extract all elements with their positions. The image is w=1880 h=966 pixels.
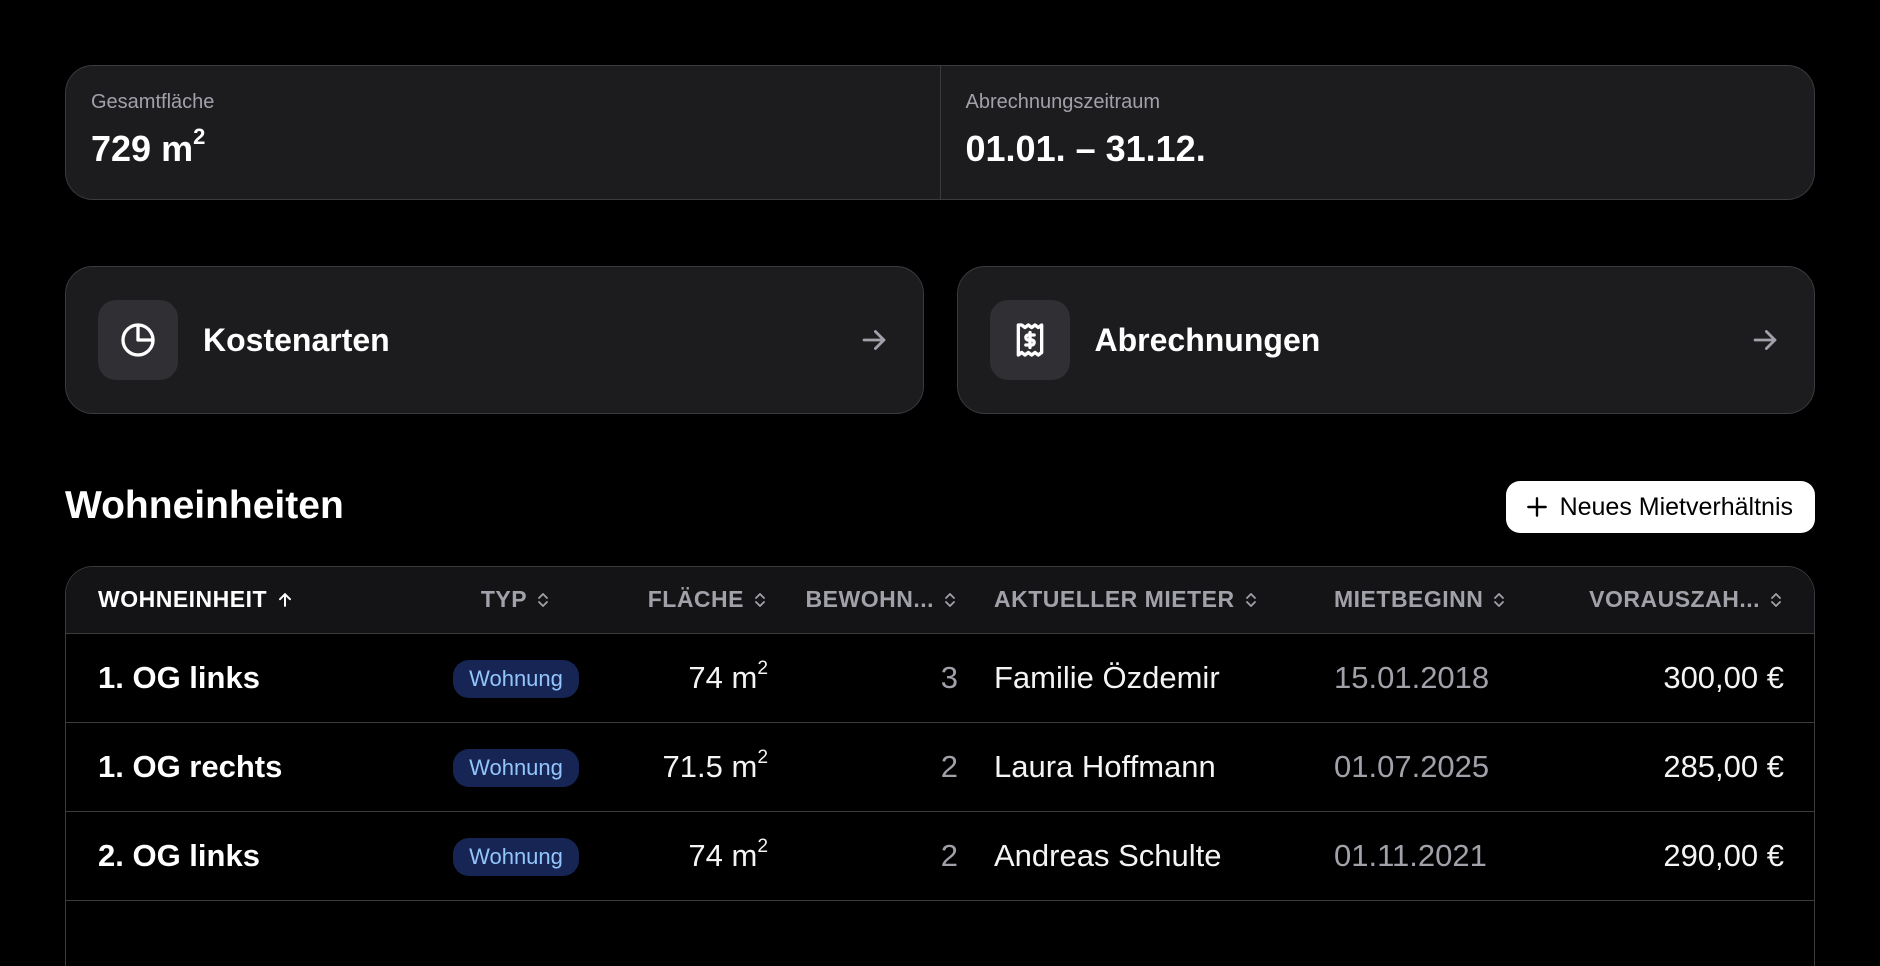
- cell-tenant: Andreas Schulte: [994, 837, 1222, 873]
- cell-area: 74 m2: [688, 657, 768, 695]
- cell-type: Wohnung: [416, 633, 616, 722]
- header-mietbeginn[interactable]: Mietbeginn: [1316, 567, 1536, 634]
- sort-icon: [945, 592, 955, 607]
- cell-residents: 2: [940, 837, 958, 873]
- table-row[interactable]: 1. OG rechts Wohnung 71.5 m2 2 Laura Hof…: [66, 722, 1814, 811]
- stat-total-area: Gesamtfläche 729 m2: [66, 66, 940, 199]
- units-table: Wohneinheit Typ Fläche Bewohn... Aktuell…: [65, 566, 1815, 966]
- sort-icon: [1771, 592, 1781, 607]
- arrow-right-icon: [857, 323, 891, 357]
- cell-start: 01.07.2025: [1334, 748, 1490, 784]
- type-badge: Wohnung: [453, 837, 579, 876]
- header-wohneinheit[interactable]: Wohneinheit: [66, 567, 416, 634]
- stat-label: Abrechnungszeitraum: [965, 91, 1161, 113]
- cell-tenant: Laura Hoffmann: [994, 748, 1216, 784]
- abrechnungen-card[interactable]: Abrechnungen: [956, 266, 1815, 414]
- cell-type: Wohnung: [416, 811, 616, 900]
- arrow-up-icon: [279, 592, 292, 607]
- header-flaeche[interactable]: Fläche: [616, 567, 786, 634]
- stat-billing-period: Abrechnungszeitraum 01.01. – 31.12.: [939, 66, 1815, 199]
- card-title: Abrechnungen: [1094, 321, 1321, 358]
- new-tenancy-button[interactable]: Neues Mietverhältnis: [1505, 481, 1815, 533]
- cell-area: 74 m2: [688, 835, 768, 873]
- section-title: Wohneinheiten: [65, 484, 344, 527]
- cell-unit: 2. OG links: [98, 837, 260, 873]
- cell-residents: 2: [940, 748, 958, 784]
- sort-icon: [1245, 592, 1256, 607]
- receipt-dollar-icon: [989, 300, 1070, 380]
- header-bewohner[interactable]: Bewohn...: [786, 567, 976, 634]
- sort-icon: [755, 592, 765, 607]
- cell-unit: 1. OG links: [98, 659, 260, 695]
- cell-prepay: 300,00 €: [1663, 659, 1784, 695]
- table-row[interactable]: 1. OG links Wohnung 74 m2 3 Familie Özde…: [66, 633, 1814, 722]
- new-tenancy-label: Neues Mietverhältnis: [1559, 492, 1793, 521]
- card-title: Kostenarten: [203, 321, 390, 358]
- table-header-row: Wohneinheit Typ Fläche Bewohn... Aktuell…: [66, 567, 1814, 634]
- header-vorauszahlung[interactable]: Vorauszah...: [1536, 567, 1814, 634]
- header-aktueller-mieter[interactable]: Aktueller Mieter: [976, 567, 1316, 634]
- type-badge: Wohnung: [453, 659, 579, 698]
- stat-value: 729 m2: [91, 124, 206, 169]
- type-badge: Wohnung: [453, 748, 579, 787]
- cell-start: 15.01.2018: [1334, 659, 1490, 695]
- sort-icon: [1494, 592, 1505, 607]
- units-section-header: Wohneinheiten Neues Mietverhältnis: [65, 478, 1815, 536]
- stat-value: 01.01. – 31.12.: [965, 128, 1206, 169]
- cell-unit: 1. OG rechts: [98, 748, 283, 784]
- pie-chart-icon: [98, 300, 178, 380]
- cell-type: Wohnung: [416, 722, 616, 811]
- arrow-right-icon: [1748, 323, 1782, 357]
- kostenarten-card[interactable]: Kostenarten: [65, 266, 924, 414]
- cell-area: 71.5 m2: [662, 746, 768, 784]
- summary-stats: Gesamtfläche 729 m2 Abrechnungszeitraum …: [65, 65, 1815, 200]
- cell-residents: 3: [940, 659, 958, 695]
- sort-icon: [538, 592, 549, 607]
- stat-label: Gesamtfläche: [91, 91, 215, 113]
- plus-icon: [1526, 497, 1547, 517]
- header-typ[interactable]: Typ: [416, 567, 616, 634]
- cell-tenant: Familie Özdemir: [994, 659, 1220, 695]
- cell-start: 01.11.2021: [1334, 837, 1487, 873]
- cell-prepay: 285,00 €: [1663, 748, 1784, 784]
- cell-prepay: 290,00 €: [1663, 837, 1784, 873]
- nav-cards: Kostenarten Abrechnungen: [65, 266, 1815, 414]
- table-row[interactable]: 2. OG links Wohnung 74 m2 2 Andreas Schu…: [66, 811, 1814, 900]
